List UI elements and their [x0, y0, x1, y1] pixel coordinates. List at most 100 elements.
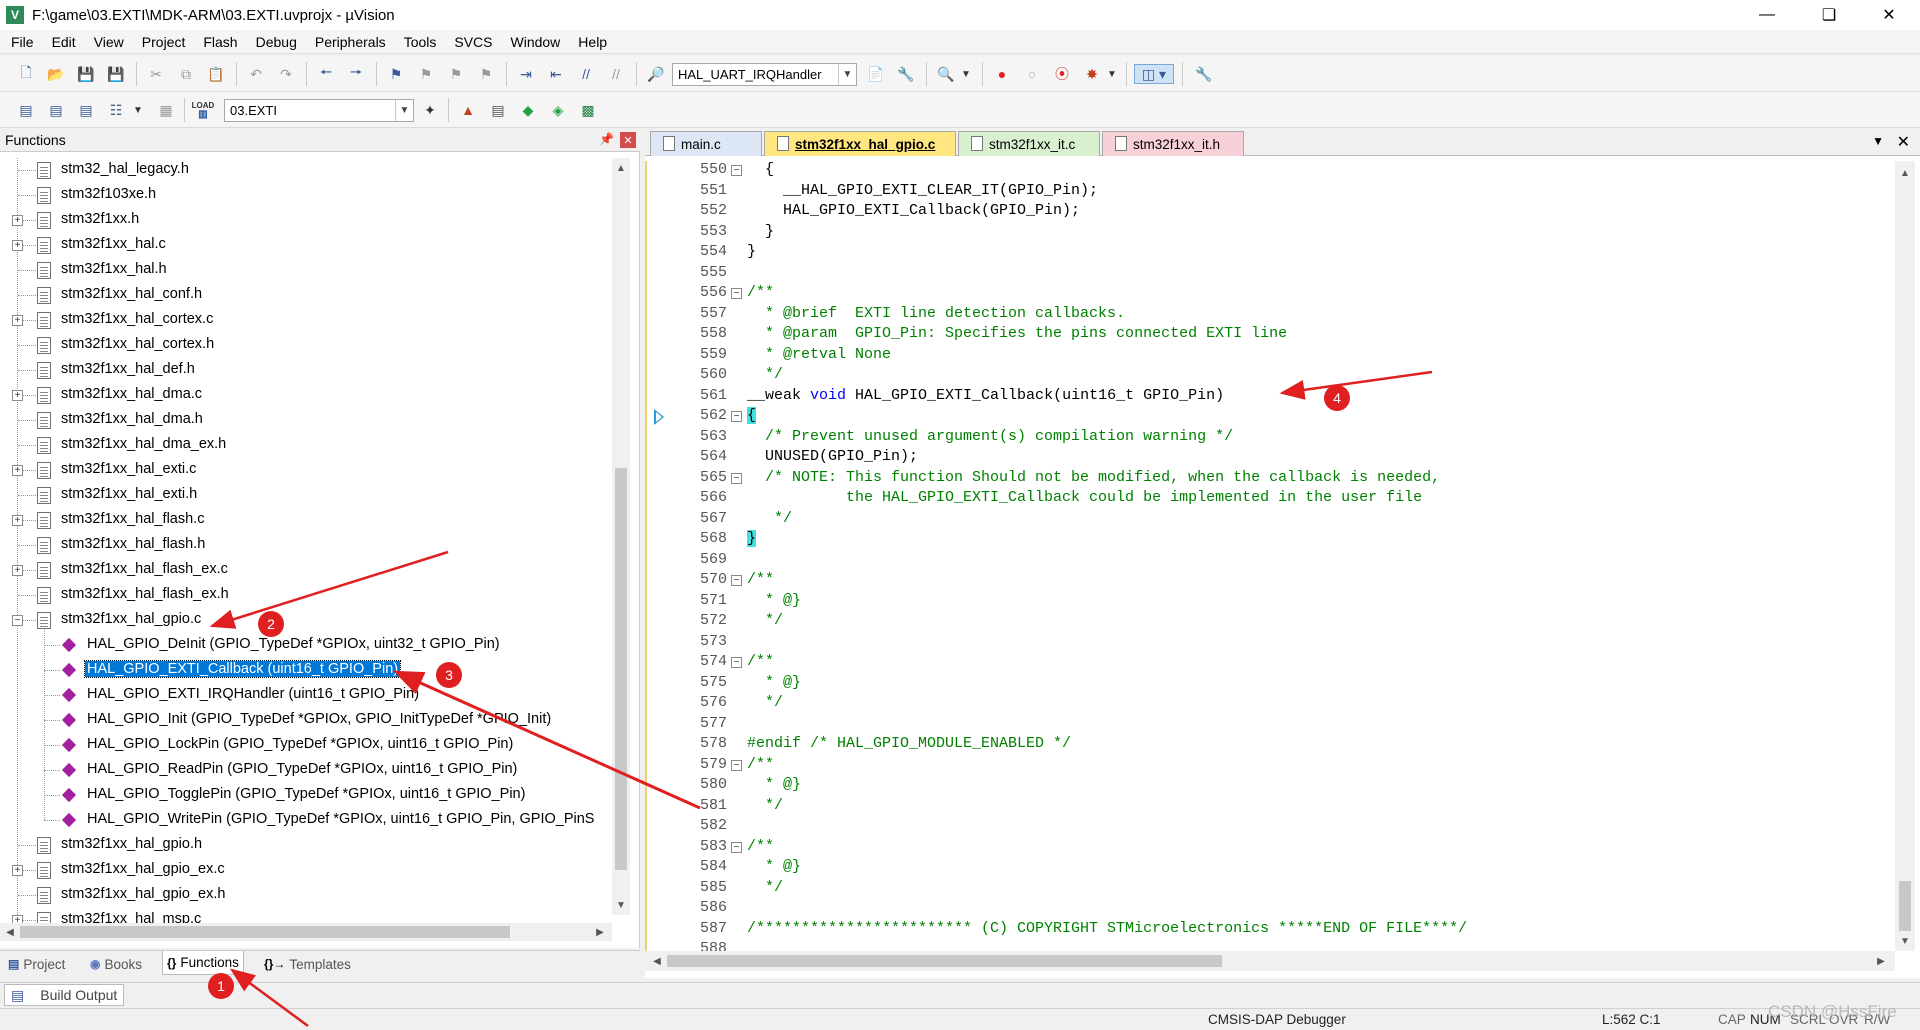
functions-vertical-scrollbar[interactable]: ▲ ▼ [612, 158, 630, 915]
tree-function-item[interactable]: HAL_GPIO_WritePin (GPIO_TypeDef *GPIOx, … [0, 808, 610, 833]
indent-icon[interactable]: ⇥ [516, 64, 536, 84]
expand-icon[interactable]: + [12, 865, 23, 876]
fold-collapse-icon[interactable]: − [731, 288, 742, 299]
tab-list-dropdown-icon[interactable]: ▼ [1872, 134, 1884, 148]
scroll-down-icon[interactable]: ▼ [1897, 933, 1913, 949]
manage-project-items-icon[interactable]: ▲ [458, 100, 478, 120]
navigate-forward-icon[interactable]: 🠖 [346, 64, 366, 84]
debug-session-icon[interactable]: 🔍 [936, 64, 956, 84]
tree-function-item[interactable]: HAL_GPIO_TogglePin (GPIO_TypeDef *GPIOx,… [0, 783, 610, 808]
tree-file-item[interactable]: + stm32f1xx_hal_cortex.c [0, 308, 610, 333]
download-icon[interactable]: LOAD ▥ [192, 100, 215, 120]
menu-file[interactable]: File [2, 34, 43, 50]
tab-stm32f1xx-hal-gpio-c[interactable]: stm32f1xx_hal_gpio.c [764, 131, 956, 156]
bookmark-icon[interactable]: ⚑ [386, 64, 406, 84]
tree-file-item[interactable]: + stm32f1xx_hal_exti.c [0, 458, 610, 483]
expand-icon[interactable]: + [12, 465, 23, 476]
tree-file-item[interactable]: stm32f1xx_hal_dma.h [0, 408, 610, 433]
fold-collapse-icon[interactable]: − [731, 759, 742, 771]
target-combo[interactable]: 03.EXTI ▼ [224, 99, 414, 122]
scrollbar-thumb[interactable] [20, 926, 510, 938]
functions-horizontal-scrollbar[interactable]: ◀ ▶ [0, 923, 612, 941]
target-options-icon[interactable]: ✦ [420, 100, 440, 120]
redo-icon[interactable]: ↷ [276, 64, 296, 84]
scroll-left-icon[interactable]: ◀ [2, 924, 18, 940]
expand-icon[interactable]: + [12, 565, 23, 576]
event-recorder-icon[interactable]: ▩ [578, 100, 598, 120]
scroll-down-icon[interactable]: ▼ [613, 897, 629, 913]
tree-file-item[interactable]: stm32f103xe.h [0, 183, 610, 208]
fold-collapse-icon[interactable]: − [731, 472, 742, 484]
menu-tools[interactable]: Tools [395, 34, 446, 50]
stop-build-icon[interactable]: ▦ [156, 100, 176, 120]
tree-file-item[interactable]: stm32f1xx_hal_flash.h [0, 533, 610, 558]
tree-file-item[interactable]: stm32f1xx_hal_dma_ex.h [0, 433, 610, 458]
tree-file-item[interactable]: + stm32f1xx_hal_gpio_ex.c [0, 858, 610, 883]
scroll-up-icon[interactable]: ▲ [1897, 165, 1913, 181]
expand-icon[interactable]: + [12, 215, 23, 226]
collapse-icon[interactable]: − [12, 615, 23, 626]
tree-function-item[interactable]: HAL_GPIO_EXTI_IRQHandler (uint16_t GPIO_… [0, 683, 610, 708]
window-layout-icon[interactable]: ◫ ▾ [1134, 64, 1174, 84]
tree-file-item[interactable]: stm32f1xx_hal_def.h [0, 358, 610, 383]
copy-icon[interactable]: ⧉ [176, 64, 196, 84]
tab-main-c[interactable]: main.c [650, 131, 762, 156]
chevron-down-icon[interactable]: ▼ [838, 64, 856, 85]
configure-icon[interactable]: 🔧 [1194, 64, 1214, 84]
expand-icon[interactable]: + [12, 390, 23, 401]
restore-button[interactable]: ❏ [1806, 0, 1852, 30]
tree-file-item[interactable]: stm32f1xx_hal.h [0, 258, 610, 283]
fold-collapse-icon[interactable]: − [731, 411, 742, 422]
tree-file-item[interactable]: stm32f1xx_hal_exti.h [0, 483, 610, 508]
tree-file-item[interactable]: + stm32f1xx_hal.c [0, 233, 610, 258]
pack-installer-icon[interactable]: ◈ [548, 100, 568, 120]
translate-icon[interactable]: ▤ [16, 100, 36, 120]
pin-icon[interactable]: 📌 [599, 132, 614, 146]
scrollbar-thumb[interactable] [667, 955, 1222, 967]
tab-templates[interactable]: {}→ Templates [260, 953, 355, 975]
tree-function-item[interactable]: HAL_GPIO_EXTI_Callback (uint16_t GPIO_Pi… [0, 658, 610, 683]
tree-file-item[interactable]: + stm32f1xx_hal_flash_ex.c [0, 558, 610, 583]
menu-svcs[interactable]: SVCS [445, 34, 501, 50]
disable-breakpoint-icon[interactable]: ○ [1022, 64, 1042, 84]
kill-all-breakpoints-icon[interactable]: ✸ [1082, 64, 1102, 84]
incremental-find-icon[interactable]: 🔧 [896, 64, 916, 84]
tree-file-item[interactable]: stm32f1xx_hal_flash_ex.h [0, 583, 610, 608]
chevron-down-icon[interactable]: ▼ [128, 100, 148, 120]
menu-peripherals[interactable]: Peripherals [306, 34, 395, 50]
expand-icon[interactable]: + [12, 240, 23, 251]
expand-icon[interactable]: + [12, 515, 23, 526]
menu-debug[interactable]: Debug [247, 34, 306, 50]
close-button[interactable]: ✕ [1866, 0, 1912, 30]
tree-file-item[interactable]: − stm32f1xx_hal_gpio.c [0, 608, 610, 633]
uncomment-icon[interactable]: // [606, 64, 626, 84]
breakpoint-icon[interactable]: ● [992, 64, 1012, 84]
scroll-right-icon[interactable]: ▶ [592, 924, 608, 940]
build-icon[interactable]: ▤ [46, 100, 66, 120]
tree-file-item[interactable]: stm32_hal_legacy.h [0, 158, 610, 183]
menu-window[interactable]: Window [502, 34, 570, 50]
menu-view[interactable]: View [85, 34, 133, 50]
save-all-icon[interactable]: 💾 [106, 64, 126, 84]
expand-icon[interactable]: + [12, 315, 23, 326]
find-in-files-icon[interactable]: 🔎 [646, 64, 666, 84]
close-icon[interactable]: ✕ [620, 132, 636, 148]
tree-file-item[interactable]: + stm32f1xx.h [0, 208, 610, 233]
scroll-right-icon[interactable]: ▶ [1873, 953, 1889, 969]
tab-stm32f1xx-it-h[interactable]: stm32f1xx_it.h [1102, 131, 1244, 156]
scrollbar-thumb[interactable] [1899, 881, 1911, 931]
save-icon[interactable]: 💾 [76, 64, 96, 84]
scroll-up-icon[interactable]: ▲ [613, 160, 629, 176]
find-icon[interactable]: 📄 [866, 64, 886, 84]
menu-edit[interactable]: Edit [43, 34, 85, 50]
chevron-down-icon[interactable]: ▼ [1102, 64, 1122, 84]
tree-function-item[interactable]: HAL_GPIO_Init (GPIO_TypeDef *GPIOx, GPIO… [0, 708, 610, 733]
tab-books[interactable]: ◉ Books [86, 953, 146, 975]
fold-collapse-icon[interactable]: − [731, 165, 742, 176]
open-folder-icon[interactable]: 📂 [46, 64, 66, 84]
tab-functions[interactable]: {} Functions [162, 951, 244, 975]
tab-stm32f1xx-it-c[interactable]: stm32f1xx_it.c [958, 131, 1100, 156]
fold-collapse-icon[interactable]: − [731, 575, 742, 586]
scroll-left-icon[interactable]: ◀ [649, 953, 665, 969]
prev-bookmark-icon[interactable]: ⚑ [416, 64, 436, 84]
